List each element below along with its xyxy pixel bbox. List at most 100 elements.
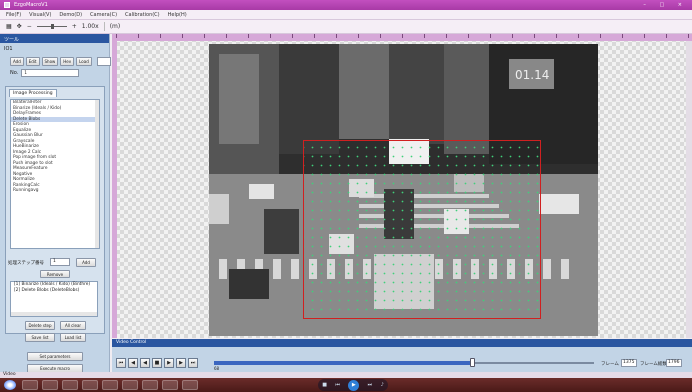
ruler-tick — [270, 34, 271, 38]
ruler-tick — [600, 34, 601, 38]
first-frame-button[interactable]: ⏮ — [116, 358, 126, 368]
zoom-out-icon[interactable]: − — [27, 23, 32, 30]
edit-tool-button[interactable]: Edit — [25, 57, 40, 66]
unit-label: (m) — [109, 23, 121, 30]
next-icon[interactable]: ⏭ — [368, 382, 373, 388]
list-scrollbar[interactable] — [95, 100, 99, 248]
tab-image-processing[interactable]: Image Processing — [9, 89, 57, 97]
ruler-tick — [512, 34, 513, 38]
taskbar-app-icon[interactable] — [162, 380, 178, 390]
total-frames-value: 1796 — [666, 359, 682, 367]
toolbar: ▦ ✥ − + 1.00x (m) — [0, 20, 692, 34]
zoom-in-icon[interactable]: + — [72, 23, 77, 30]
stop-button[interactable]: ■ — [152, 358, 162, 368]
add-step-button[interactable]: Add — [76, 258, 96, 267]
ruler-tick — [644, 34, 645, 38]
add-tool-button[interactable]: Add — [10, 57, 24, 66]
step-back-button[interactable]: ◀ — [128, 358, 138, 368]
delete-step-button[interactable]: Delete step — [25, 321, 55, 330]
taskbar-app-icon[interactable] — [182, 380, 198, 390]
ruler-tick — [424, 34, 425, 38]
save-list-button[interactable]: Save list — [25, 333, 55, 342]
svg-text:01.14: 01.14 — [515, 68, 549, 82]
step-number-label: 処理ステップ番号 — [8, 261, 44, 266]
menu-demo[interactable]: Demo(D) — [59, 12, 82, 18]
rewind-button[interactable]: ◀ — [140, 358, 150, 368]
last-frame-button[interactable]: ⏭ — [188, 358, 198, 368]
play-icon[interactable]: ▶ — [348, 379, 360, 391]
app-icon — [4, 2, 10, 8]
move-icon[interactable]: ✥ — [17, 23, 22, 30]
taskbar-app-icon[interactable] — [42, 380, 58, 390]
tool-buttons: Add Edit Show Hev Load — [10, 57, 111, 66]
ruler-tick — [622, 34, 623, 38]
taskbar-app-icon[interactable] — [102, 380, 118, 390]
frame-input[interactable]: 1375 — [621, 359, 637, 367]
video-seek-fill — [214, 361, 473, 365]
menu-file[interactable]: File(F) — [6, 12, 21, 18]
tool-field[interactable] — [96, 57, 111, 66]
step-list-scrollbar[interactable] — [11, 312, 97, 316]
ruler-tick — [402, 34, 403, 38]
ruler-tick — [534, 34, 535, 38]
menu-help[interactable]: Help(H) — [168, 12, 187, 18]
grid-icon[interactable]: ▦ — [6, 23, 12, 30]
taskbar-app-icon[interactable] — [82, 380, 98, 390]
ruler-tick — [446, 34, 447, 38]
list-item[interactable]: [1] Binarize (Ideals / Kido) (Binthre) — [11, 282, 97, 288]
media-controls: ■ ⏮ ▶ ⏭ ♪ — [318, 379, 388, 391]
menu-bar: File(F) Visual(V) Demo(D) Camera(C) Cali… — [0, 10, 692, 20]
window-controls[interactable]: – □ × — [643, 2, 688, 8]
show-tool-button[interactable]: Show — [41, 57, 59, 66]
all-clear-button[interactable]: All clear — [60, 321, 86, 330]
menu-visual[interactable]: Visual(V) — [29, 12, 51, 18]
ruler-tick — [380, 34, 381, 38]
taskbar: ■ ⏮ ▶ ⏭ ♪ — [0, 378, 692, 392]
remove-step-button[interactable]: Remove — [40, 270, 70, 278]
canvas-scrollbar[interactable] — [686, 41, 692, 338]
ruler-tick — [666, 34, 667, 38]
taskbar-app-icon[interactable] — [22, 380, 38, 390]
menu-camera[interactable]: Camera(C) — [90, 12, 117, 18]
ruler-tick — [490, 34, 491, 38]
ruler-tick — [182, 34, 183, 38]
load-tool-button[interactable]: Load — [76, 57, 92, 66]
panel-header: ツール — [0, 34, 109, 43]
step-forward-button[interactable]: ▶ — [176, 358, 186, 368]
processing-list[interactable]: BilateralFilter Binarize (Ideals / Kido) D… — [10, 99, 100, 249]
toolbar-separator — [103, 22, 105, 31]
total-frames-label: フレーム総数 — [640, 362, 667, 367]
ruler-tick — [248, 34, 249, 38]
frame-label: フレーム — [601, 362, 619, 367]
number-label: No. — [10, 70, 19, 76]
zoom-level: 1.00x — [81, 23, 99, 30]
video-seek-knob[interactable] — [470, 358, 476, 367]
ruler-tick — [204, 34, 205, 38]
step-number-input[interactable]: 1 — [50, 258, 70, 266]
ruler-tick — [292, 34, 293, 38]
taskbar-app-icon[interactable] — [122, 380, 138, 390]
taskbar-app-icon[interactable] — [142, 380, 158, 390]
ruler-tick — [138, 34, 139, 38]
stop-icon[interactable]: ■ — [322, 382, 327, 388]
load-list-button[interactable]: Load list — [60, 333, 86, 342]
zoom-slider[interactable] — [36, 24, 67, 29]
list-item[interactable]: Runningavg — [11, 188, 99, 194]
roi-rectangle[interactable] — [303, 140, 541, 319]
ruler-tick — [578, 34, 579, 38]
hev-tool-button[interactable]: Hev — [60, 57, 75, 66]
volume-icon[interactable]: ♪ — [381, 382, 384, 388]
ruler-tick — [336, 34, 337, 38]
list-item[interactable]: [2] Delete Blobs (DeleteBlobs) — [11, 288, 97, 294]
set-parameters-button[interactable]: Set parameters — [27, 352, 83, 361]
play-button[interactable]: ▶ — [164, 358, 174, 368]
step-list[interactable]: [1] Binarize (Ideals / Kido) (Binthre) [… — [10, 281, 98, 317]
ruler-tick — [556, 34, 557, 38]
number-select[interactable]: 1 — [21, 69, 80, 77]
video-control-header: Video Control — [112, 339, 692, 347]
taskbar-app-icon[interactable] — [62, 380, 78, 390]
start-button-icon[interactable] — [4, 380, 16, 390]
previous-icon[interactable]: ⏮ — [335, 382, 340, 388]
ruler-tick — [226, 34, 227, 38]
menu-calibration[interactable]: Calibration(C) — [125, 12, 160, 18]
